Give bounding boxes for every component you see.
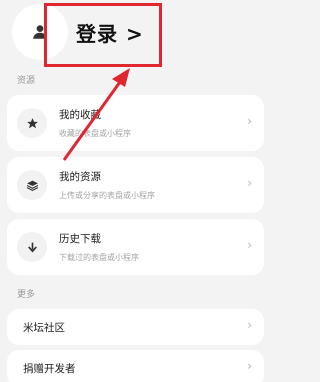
chevron-right-icon: › (247, 176, 252, 190)
section-label-more: 更多 (17, 290, 36, 300)
list-item-label: 捐赠开发者 (23, 363, 76, 375)
download-icon (17, 232, 47, 262)
section-label-resources: 资源 (17, 76, 36, 86)
list-item-title: 历史下载 (59, 233, 101, 245)
list-item-title: 我的收藏 (59, 109, 101, 121)
list-item-download-history[interactable]: 历史下载 下载过的表盘或小程序 › (7, 219, 264, 275)
list-item-subtitle: 上传或分享的表盘或小程序 (59, 191, 155, 200)
chevron-right-icon: › (247, 114, 252, 128)
list-item-my-resources[interactable]: 我的资源 上传或分享的表盘或小程序 › (7, 157, 264, 213)
layers-icon (17, 170, 47, 200)
chevron-right-icon: › (247, 359, 252, 373)
profile-header: 登录 > (0, 0, 270, 67)
list-item-title: 我的资源 (59, 171, 101, 183)
chevron-right-icon: › (247, 318, 252, 332)
list-item-label: 米坛社区 (23, 322, 65, 334)
list-item-subtitle: 下载过的表盘或小程序 (59, 253, 139, 262)
highlight-box (44, 3, 162, 67)
list-item-favorites[interactable]: 我的收藏 收藏的表盘或小程序 › (7, 95, 264, 151)
list-item-donate[interactable]: 捐赠开发者 › (7, 350, 264, 382)
list-item-community[interactable]: 米坛社区 › (7, 309, 264, 345)
list-item-subtitle: 收藏的表盘或小程序 (59, 129, 131, 138)
chevron-right-icon: › (247, 238, 252, 252)
star-icon (17, 108, 47, 138)
